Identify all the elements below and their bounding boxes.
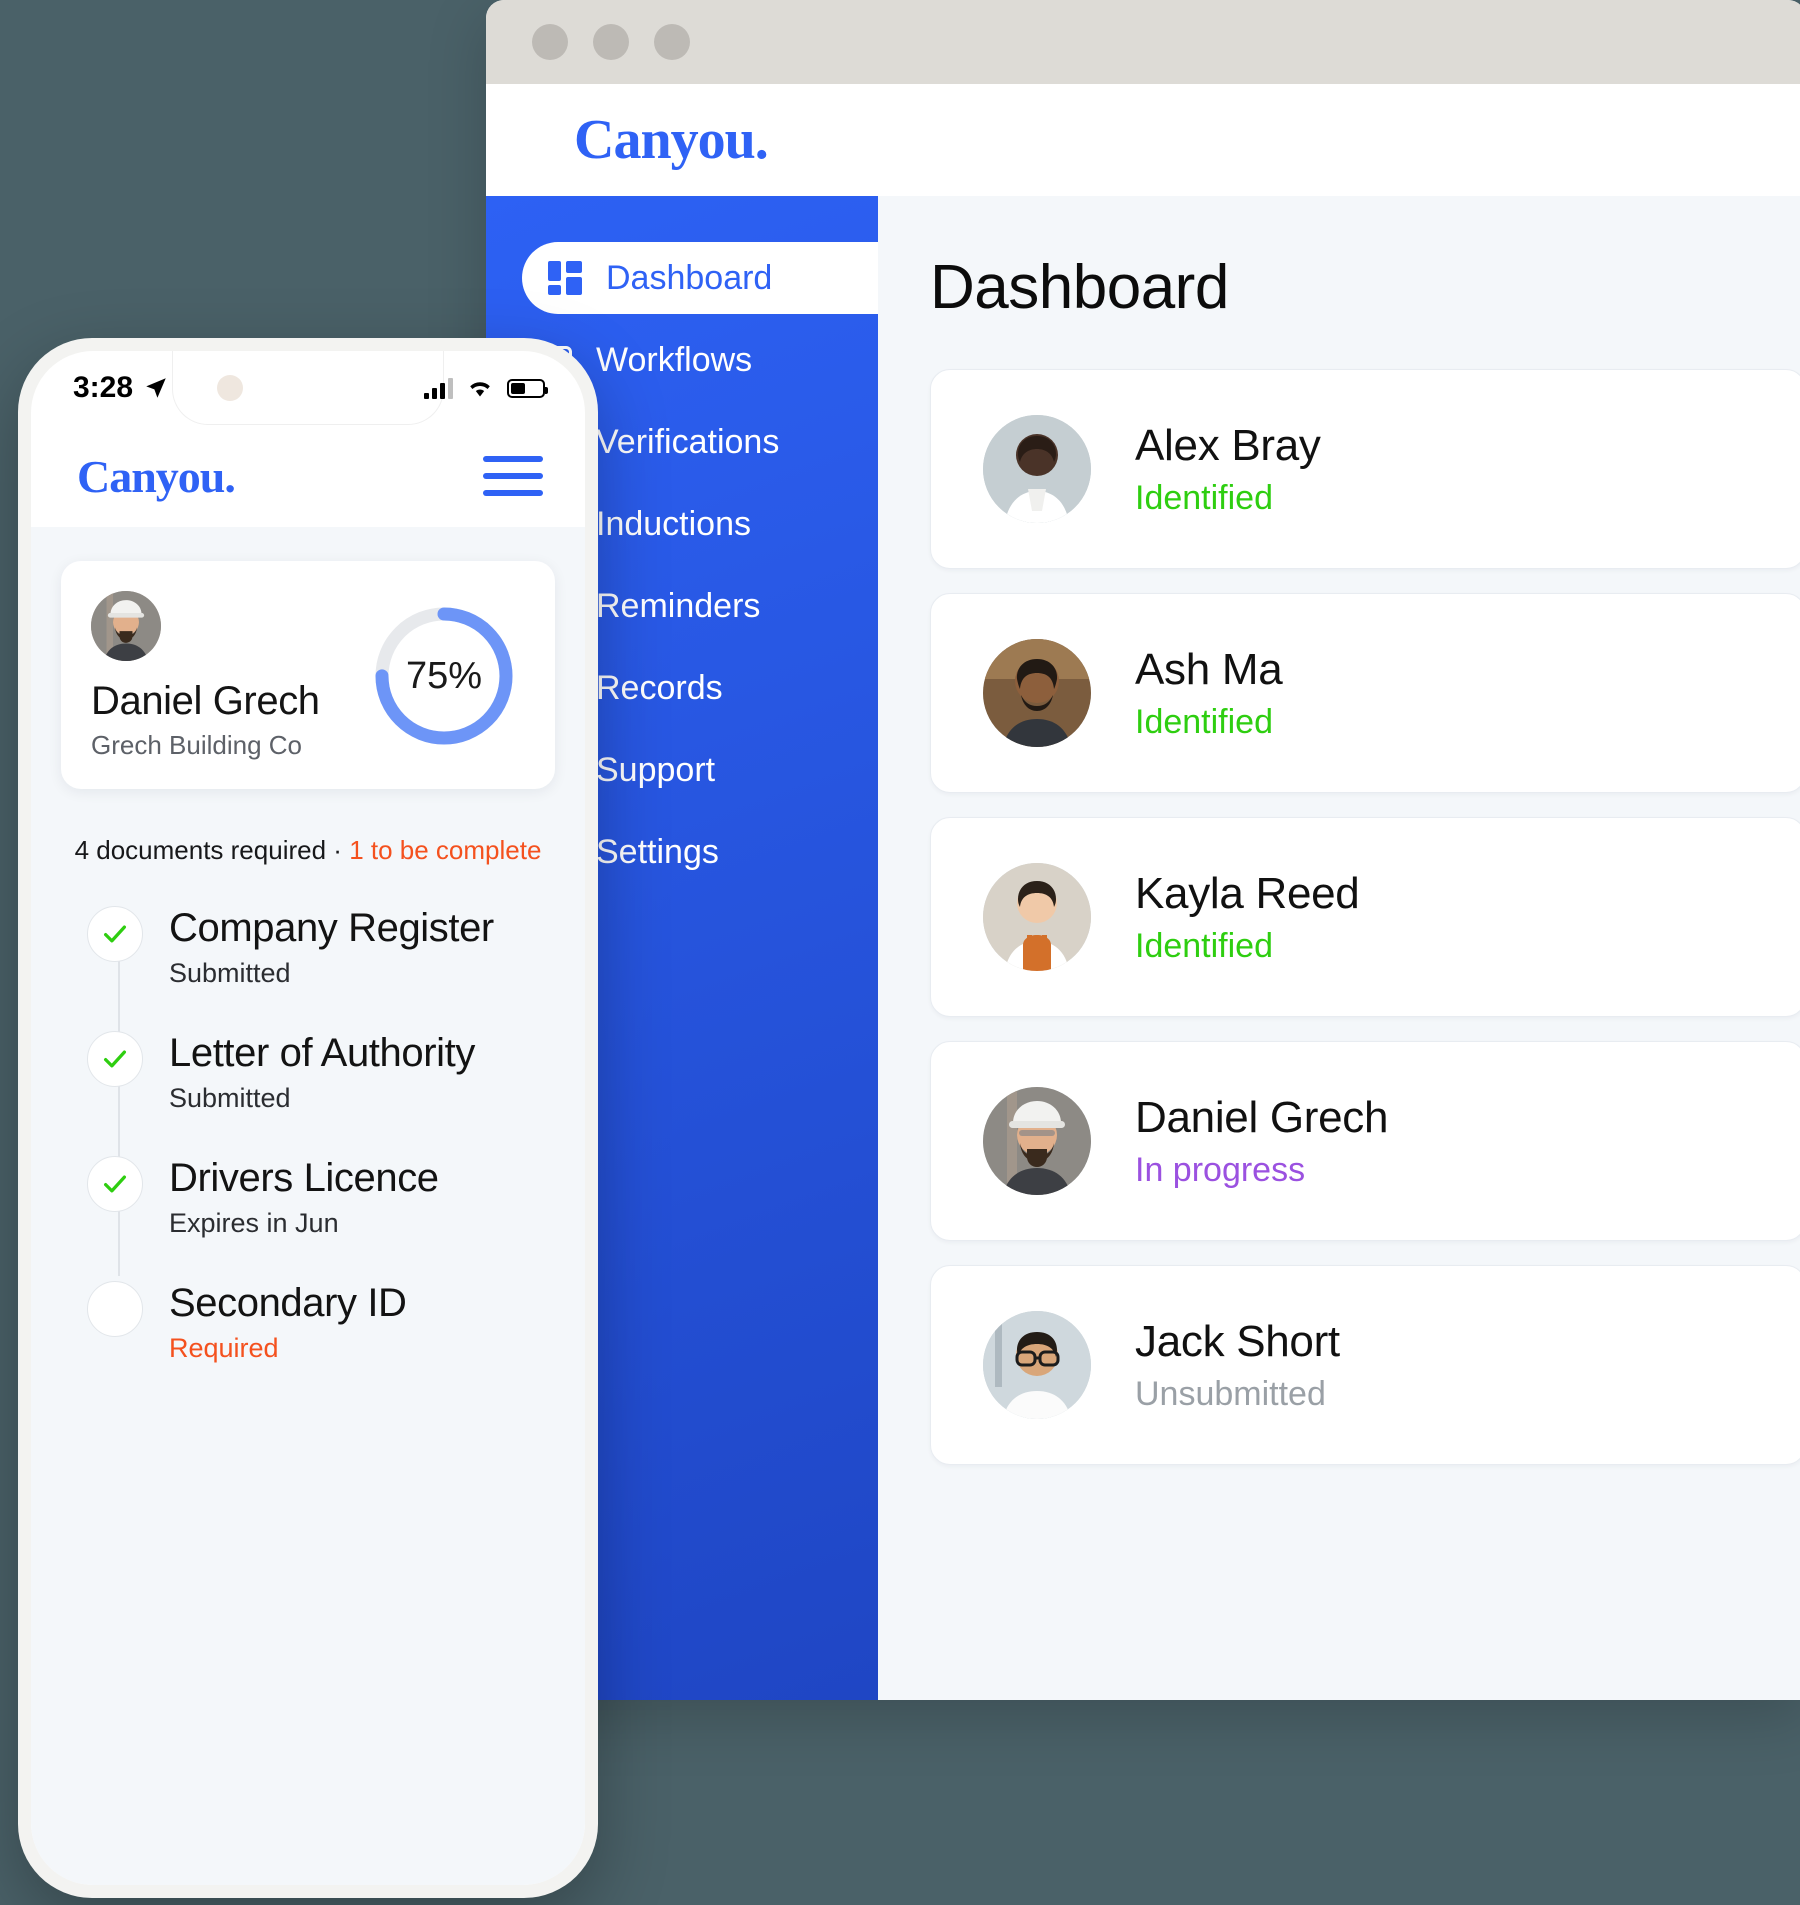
status-badge: Unsubmitted <box>1135 1374 1326 1413</box>
app-brand-bar: Canyou. <box>486 84 1800 196</box>
status-bar-time: 3:28 <box>73 371 134 404</box>
profile-company: Grech Building Co <box>91 730 302 760</box>
list-item[interactable]: Drivers Licence Expires in Jun <box>87 1156 555 1239</box>
person-card[interactable]: Daniel Grech In progress <box>930 1041 1800 1241</box>
profile-card[interactable]: Daniel Grech Grech Building Co 75% <box>61 561 555 789</box>
empty-circle-icon <box>87 1281 143 1337</box>
screenshot-stage: Canyou. Dashboard Workflows Verification… <box>0 0 1800 1905</box>
close-dot[interactable] <box>532 24 568 60</box>
status-badge: Identified <box>1135 702 1273 741</box>
sidebar-item-label: Inductions <box>596 504 751 543</box>
document-status: Required <box>169 1333 279 1363</box>
minimize-dot[interactable] <box>593 24 629 60</box>
main-content: Dashboard Alex Bray Identified Ash Ma Id… <box>878 196 1800 1700</box>
document-status: Expires in Jun <box>169 1208 339 1238</box>
sidebar-item-label: Settings <box>596 832 719 871</box>
hamburger-menu-icon[interactable] <box>483 456 543 496</box>
phone-status-bar: 3:28 <box>31 351 585 425</box>
document-title: Letter of Authority <box>169 1031 475 1075</box>
list-item[interactable]: Letter of Authority Submitted <box>87 1031 555 1114</box>
sidebar-item-label: Dashboard <box>606 258 773 297</box>
maximize-dot[interactable] <box>654 24 690 60</box>
browser-titlebar <box>486 0 1800 84</box>
avatar <box>91 591 161 661</box>
phone-mockup: 3:28 Canyou. Daniel Grech Grech Building… <box>18 338 598 1898</box>
progress-ring: 75% <box>369 601 519 751</box>
person-card[interactable]: Alex Bray Identified <box>930 369 1800 569</box>
person-name: Alex Bray <box>1135 420 1321 470</box>
check-circle-icon <box>87 1156 143 1212</box>
document-title: Company Register <box>169 906 494 950</box>
avatar <box>983 415 1091 523</box>
status-badge: Identified <box>1135 478 1273 517</box>
phone-screen: 3:28 Canyou. Daniel Grech Grech Building… <box>31 351 585 1885</box>
person-name: Daniel Grech <box>1135 1092 1389 1142</box>
sidebar-item-label: Workflows <box>596 340 753 379</box>
status-badge: Identified <box>1135 926 1273 965</box>
document-title: Drivers Licence <box>169 1156 439 1200</box>
person-name: Kayla Reed <box>1135 868 1360 918</box>
status-bar-time-group: 3:28 <box>73 371 169 405</box>
location-arrow-icon <box>146 378 166 398</box>
avatar <box>983 639 1091 747</box>
document-status: Submitted <box>169 1083 291 1113</box>
list-item[interactable]: Secondary ID Required <box>87 1281 555 1364</box>
phone-content: Daniel Grech Grech Building Co 75% 4 doc… <box>31 527 585 1885</box>
document-status: Submitted <box>169 958 291 988</box>
avatar <box>983 1311 1091 1419</box>
person-name: Jack Short <box>1135 1316 1340 1366</box>
sidebar-item-dashboard[interactable]: Dashboard <box>522 242 878 314</box>
avatar <box>983 863 1091 971</box>
sidebar-item-label: Reminders <box>596 586 761 625</box>
sidebar-item-label: Records <box>596 668 723 707</box>
documents-separator: · <box>333 835 342 865</box>
person-name: Ash Ma <box>1135 644 1283 694</box>
check-circle-icon <box>87 906 143 962</box>
wifi-icon <box>470 382 490 397</box>
person-card[interactable]: Ash Ma Identified <box>930 593 1800 793</box>
profile-name: Daniel Grech <box>91 679 320 723</box>
avatar <box>983 1087 1091 1195</box>
check-circle-icon <box>87 1031 143 1087</box>
person-card[interactable]: Jack Short Unsubmitted <box>930 1265 1800 1465</box>
battery-icon <box>507 378 548 398</box>
sidebar-item-label: Verifications <box>596 422 780 461</box>
cellular-bars-icon <box>424 377 453 399</box>
documents-summary: 4 documents required · 1 to be complete <box>61 835 555 866</box>
status-bar-indicators <box>424 377 548 399</box>
progress-label: 75% <box>405 654 483 697</box>
dashboard-icon <box>548 261 582 295</box>
documents-pending-text: 1 to be complete <box>349 835 542 865</box>
page-title: Dashboard <box>930 253 1229 322</box>
list-item[interactable]: Company Register Submitted <box>87 906 555 989</box>
phone-app-header: Canyou. <box>31 425 585 527</box>
documents-checklist: Company Register Submitted Letter of Aut… <box>61 906 555 1364</box>
app-logo[interactable]: Canyou. <box>77 450 236 503</box>
person-card[interactable]: Kayla Reed Identified <box>930 817 1800 1017</box>
documents-required-text: 4 documents required <box>74 835 327 865</box>
sidebar-item-label: Support <box>596 750 716 789</box>
browser-window: Canyou. Dashboard Workflows Verification… <box>486 0 1800 1700</box>
app-logo[interactable]: Canyou. <box>574 108 769 172</box>
document-title: Secondary ID <box>169 1281 407 1325</box>
status-badge: In progress <box>1135 1150 1306 1189</box>
